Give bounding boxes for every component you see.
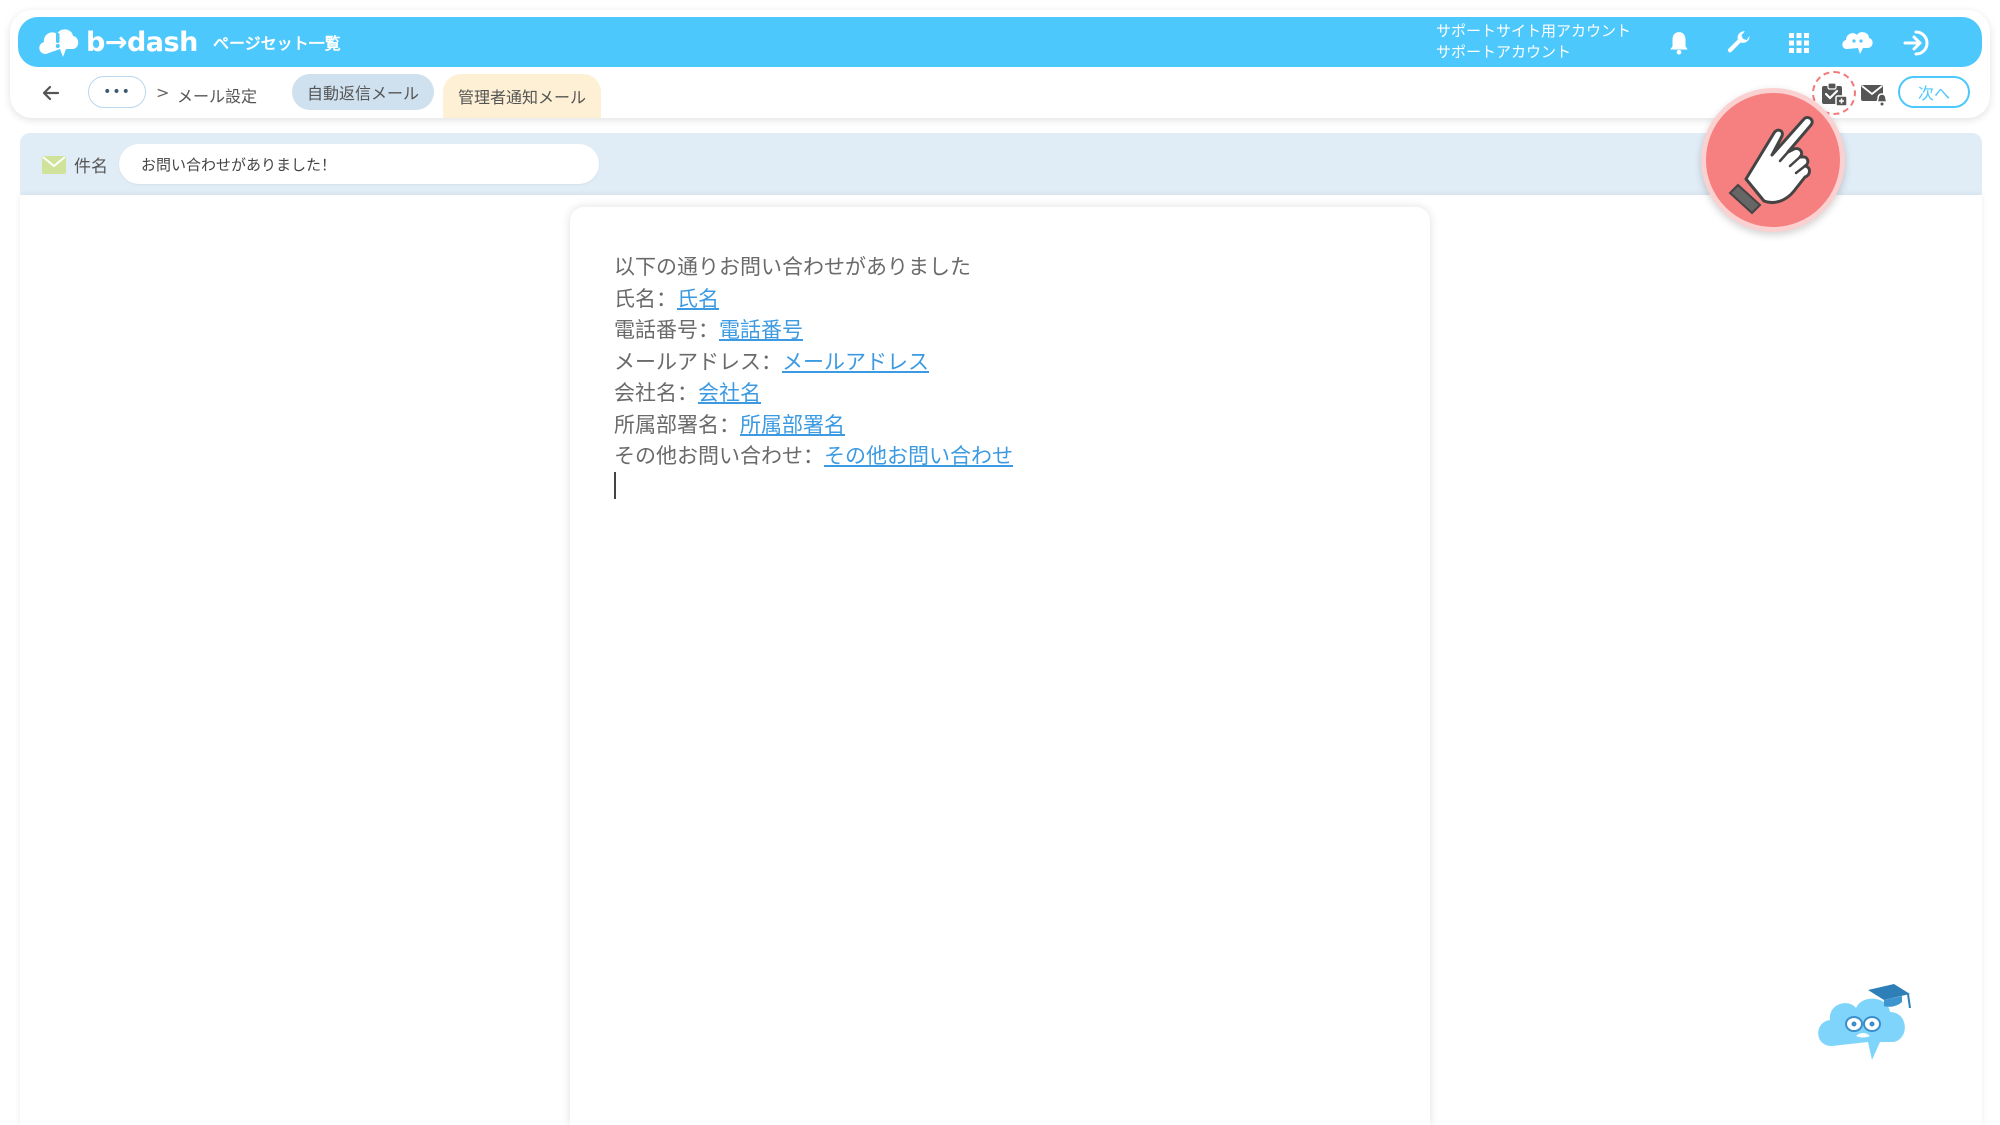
body-line-company: 会社名：会社名 bbox=[614, 378, 1013, 410]
bell-icon[interactable] bbox=[1662, 26, 1696, 60]
tab-admin-notice-mail[interactable]: 管理者通知メール bbox=[443, 74, 602, 118]
tab-auto-reply-mail[interactable]: 自動返信メール bbox=[292, 74, 435, 110]
help-mascot-icon[interactable] bbox=[1810, 976, 1920, 1081]
variable-link-email[interactable]: メールアドレス bbox=[782, 350, 929, 374]
body-label: 所属部署名： bbox=[614, 412, 740, 437]
account-user-name: サポートアカウント bbox=[1436, 43, 1572, 61]
next-button[interactable]: 次へ bbox=[1898, 76, 1970, 108]
variable-link-phone[interactable]: 電話番号 bbox=[719, 318, 803, 342]
body-label: その他お問い合わせ： bbox=[614, 444, 824, 468]
tab-admin-notice-label: 管理者通知メール bbox=[458, 88, 587, 107]
subject-label-text: 件名 bbox=[74, 157, 108, 177]
envelope-icon bbox=[42, 155, 66, 174]
body-line-email: メールアドレス：メールアドレス bbox=[614, 347, 1013, 379]
breadcrumb-separator: > bbox=[156, 83, 170, 102]
body-label: 氏名： bbox=[614, 286, 677, 311]
next-button-label: 次へ bbox=[1917, 84, 1950, 103]
pointer-hand-indicator bbox=[1701, 88, 1845, 232]
logo-text: b→dash bbox=[86, 26, 198, 58]
variable-link-name[interactable]: 氏名 bbox=[677, 287, 719, 311]
breadcrumb-more-button[interactable]: ••• bbox=[88, 76, 146, 108]
more-dots: ••• bbox=[103, 84, 131, 100]
breadcrumb-mail-settings[interactable]: メール設定 bbox=[177, 83, 257, 107]
grid-icon[interactable] bbox=[1782, 26, 1816, 60]
body-line-name: 氏名：氏名 bbox=[614, 284, 1013, 316]
body-intro-line: 以下の通りお問い合わせがありました bbox=[614, 255, 971, 279]
pageset-list-link[interactable]: ページセット一覧 bbox=[213, 30, 341, 54]
bdash-logo[interactable]: b→dash bbox=[36, 23, 198, 61]
variable-link-company[interactable]: 会社名 bbox=[698, 381, 761, 405]
back-arrow-icon[interactable] bbox=[38, 80, 64, 106]
cloud-logo-icon bbox=[39, 29, 79, 57]
cloud-chat-icon[interactable] bbox=[1840, 26, 1874, 60]
subject-label: 件名 bbox=[42, 152, 108, 177]
body-line-other: その他お問い合わせ：その他お問い合わせ bbox=[614, 441, 1013, 473]
variable-link-other[interactable]: その他お問い合わせ bbox=[824, 444, 1013, 468]
variable-link-department[interactable]: 所属部署名 bbox=[740, 413, 845, 437]
subject-input[interactable] bbox=[119, 144, 599, 184]
wrench-icon[interactable] bbox=[1722, 26, 1756, 60]
text-caret bbox=[614, 472, 616, 499]
tab-auto-reply-label: 自動返信メール bbox=[307, 84, 420, 103]
body-label: メールアドレス： bbox=[614, 349, 782, 374]
account-site-name: サポートサイト用アカウント bbox=[1436, 22, 1632, 40]
account-info[interactable]: サポートサイト用アカウント サポートアカウント bbox=[1436, 21, 1631, 63]
body-label: 電話番号： bbox=[614, 318, 719, 342]
body-line-department: 所属部署名：所属部署名 bbox=[614, 410, 1013, 442]
body-label: 会社名： bbox=[614, 381, 698, 405]
body-line-phone: 電話番号：電話番号 bbox=[614, 315, 1013, 347]
logout-icon[interactable] bbox=[1900, 26, 1934, 60]
top-navigation-bar: b→dash ページセット一覧 サポートサイト用アカウント サポートアカウント bbox=[18, 17, 1982, 67]
pointing-hand-icon bbox=[1728, 116, 1814, 215]
mail-body-text[interactable]: 以下の通りお問い合わせがありました 氏名：氏名 電話番号：電話番号 メールアドレ… bbox=[614, 252, 1013, 473]
mail-notification-icon[interactable] bbox=[1858, 78, 1890, 110]
